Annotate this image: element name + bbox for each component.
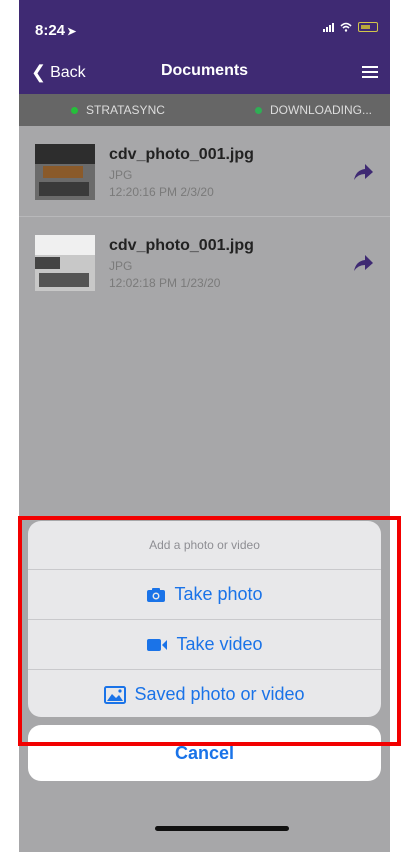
file-name: cdv_photo_001.jpg xyxy=(109,237,254,254)
page-title: Documents xyxy=(160,62,249,79)
battery-icon xyxy=(358,22,378,32)
status-bar: 8:24 ➤ xyxy=(19,0,390,50)
status-time: 8:24 ➤ xyxy=(35,22,76,39)
nav-bar: ❮ Back Documents xyxy=(19,50,390,94)
photo-thumbnail xyxy=(35,235,95,291)
signal-icon xyxy=(323,22,334,32)
list-item[interactable]: cdv_photo_001.jpg JPG 12:20:16 PM 2/3/20 xyxy=(19,126,390,217)
file-date: 12:02:18 PM 1/23/20 xyxy=(109,276,221,290)
sync-status-stratasync: STRATASYNC xyxy=(71,103,165,117)
share-arrow-icon[interactable] xyxy=(352,253,374,273)
document-list: cdv_photo_001.jpg JPG 12:20:16 PM 2/3/20… xyxy=(19,126,390,307)
home-indicator[interactable] xyxy=(155,826,289,831)
wifi-icon xyxy=(340,22,352,32)
file-type: JPG xyxy=(109,168,133,182)
time-text: 8:24 xyxy=(35,22,66,39)
location-icon: ➤ xyxy=(67,26,77,38)
list-item[interactable]: cdv_photo_001.jpg JPG 12:02:18 PM 1/23/2… xyxy=(19,217,390,307)
highlight-box xyxy=(18,516,401,746)
status-dot-icon xyxy=(71,106,78,114)
share-arrow-icon[interactable] xyxy=(352,162,374,182)
file-type: JPG xyxy=(109,259,133,273)
photo-thumbnail xyxy=(35,144,95,200)
sync-status-bar: STRATASYNC DOWNLOADING... xyxy=(19,94,390,126)
status-icons xyxy=(323,22,378,32)
status-dot-icon xyxy=(255,106,262,114)
sync-label: STRATASYNC xyxy=(86,103,165,117)
file-date: 12:20:16 PM 2/3/20 xyxy=(109,185,214,199)
file-name: cdv_photo_001.jpg xyxy=(109,146,254,163)
sync-status-downloading: DOWNLOADING... xyxy=(255,103,372,117)
menu-icon[interactable] xyxy=(362,66,378,81)
sync-label: DOWNLOADING... xyxy=(270,103,373,117)
